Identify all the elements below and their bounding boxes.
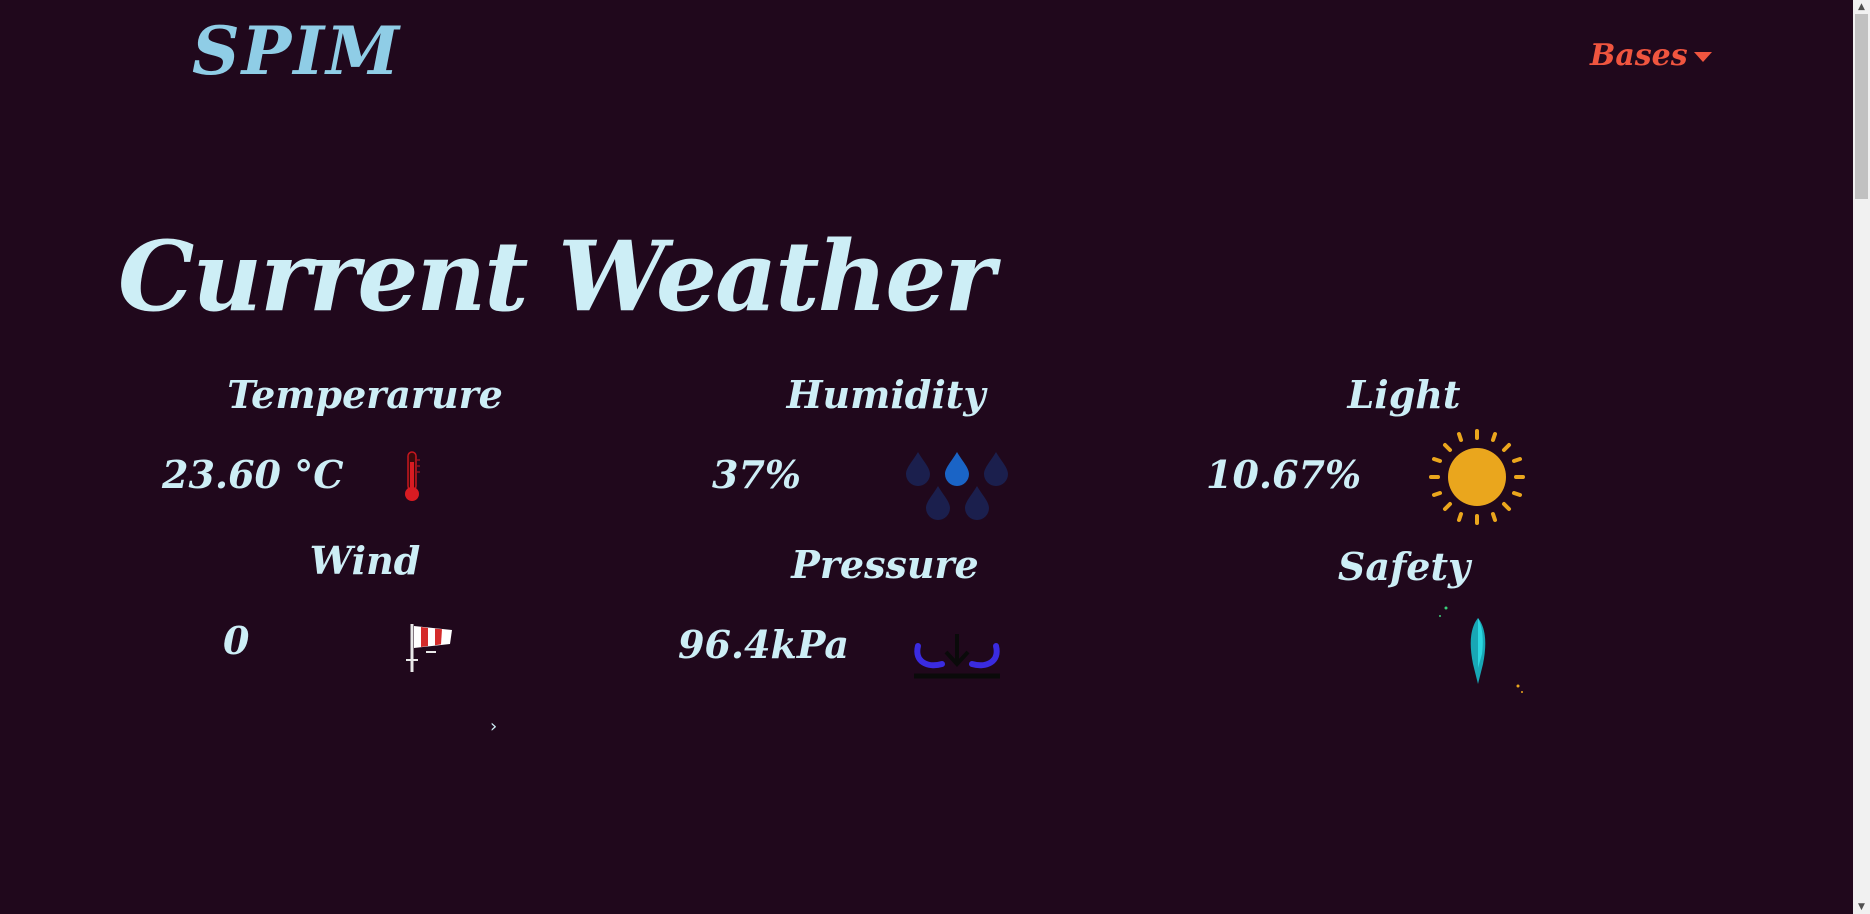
thermometer-icon	[405, 451, 420, 501]
rocket-icon	[1439, 606, 1523, 693]
page-title: Current Weather	[118, 220, 995, 333]
scroll-down-arrow-icon[interactable]: ▼	[1853, 900, 1870, 914]
light-value: 10.67%	[1206, 452, 1362, 497]
humidity-value: 37%	[712, 452, 801, 497]
wind-value: 0	[223, 618, 250, 663]
light-label: Light	[1347, 372, 1461, 417]
caret-down-icon	[1693, 51, 1712, 62]
wind-label: Wind	[309, 538, 421, 583]
humidity-label: Humidity	[786, 372, 986, 417]
pressure-value: 96.4kPa	[678, 622, 850, 667]
vertical-scrollbar[interactable]: ▲ ▼	[1853, 0, 1870, 914]
pressure-label: Pressure	[791, 542, 979, 587]
windsock-icon	[406, 624, 452, 672]
sun-icon	[1429, 429, 1525, 525]
bases-dropdown-label: Bases	[1590, 38, 1688, 73]
safety-label: Safety	[1337, 544, 1471, 589]
weather-page: SPIM Bases Current Weather Temperarure 2…	[0, 0, 1870, 914]
stray-chevron: ›	[490, 716, 498, 737]
scroll-up-arrow-icon[interactable]: ▲	[1853, 0, 1870, 14]
bases-dropdown[interactable]: Bases	[1590, 38, 1712, 73]
brand-logo[interactable]: SPIM	[192, 12, 401, 90]
temperature-value: 23.60 °C	[162, 452, 344, 497]
scrollbar-thumb[interactable]	[1855, 14, 1868, 199]
pressure-gauge-icon	[914, 634, 1000, 679]
raindrops-icon	[906, 452, 1008, 520]
temperature-label: Temperarure	[227, 372, 503, 417]
